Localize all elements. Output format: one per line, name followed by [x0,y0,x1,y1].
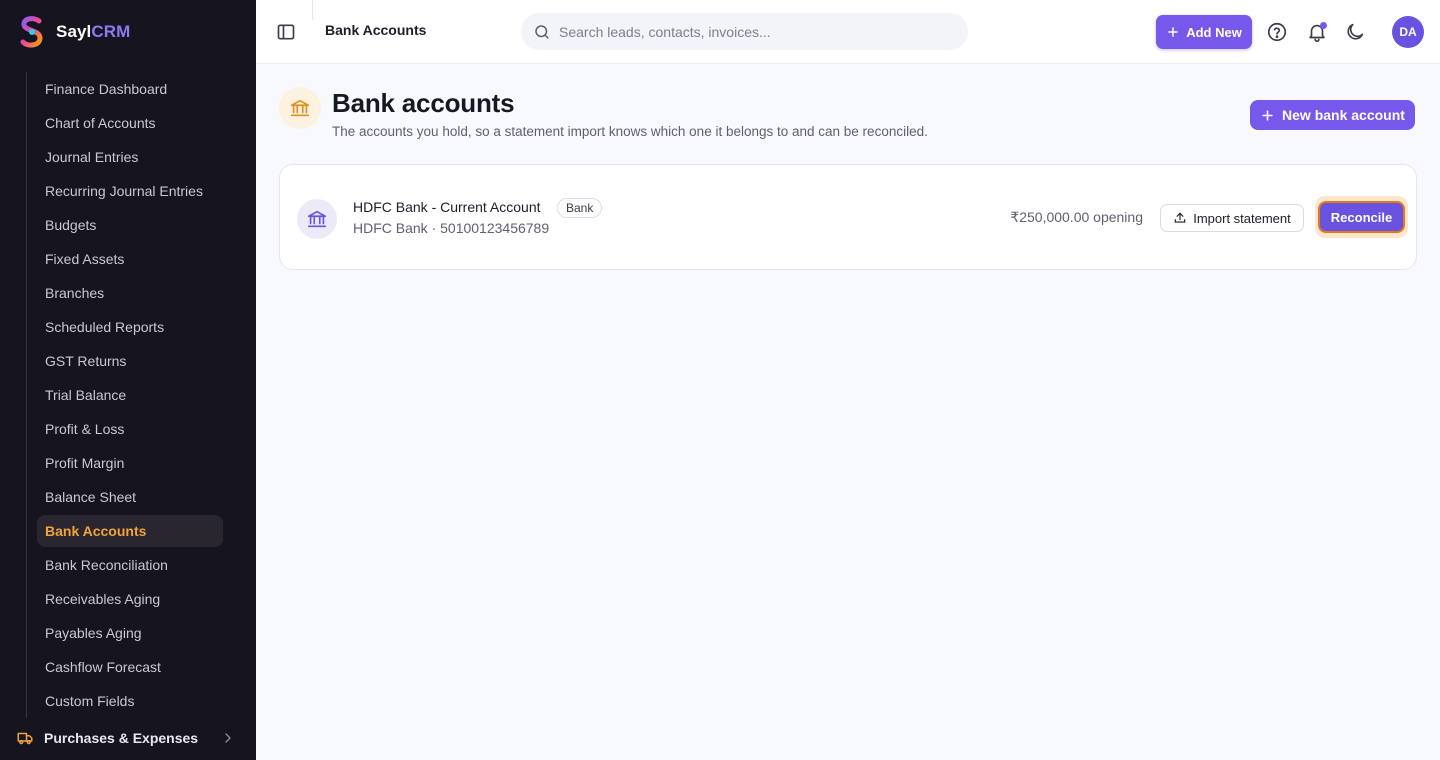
new-bank-account-button[interactable]: New bank account [1250,100,1415,130]
notification-dot [1320,22,1327,29]
sidebar-item-label: Balance Sheet [45,489,137,505]
import-statement-button[interactable]: Import statement [1160,204,1304,232]
bank-icon [307,210,327,228]
sidebar-item-label: GST Returns [45,353,127,369]
page-title: Bank accounts [332,88,515,118]
sidebar-item-fixed-assets[interactable]: Fixed Assets [37,243,223,275]
brand-name: SaylCRM [56,22,131,41]
new-bank-account-label: New bank account [1282,107,1405,123]
bank-page-icon [279,87,321,129]
chevron-right-icon [225,733,231,743]
panel-left-icon [277,24,295,40]
sidebar-item-gst-returns[interactable]: GST Returns [37,345,223,377]
sidebar-item-bank-accounts[interactable]: Bank Accounts [37,515,223,547]
sidebar-item-budgets[interactable]: Budgets [37,209,223,241]
sidebar-item-finance-dashboard[interactable]: Finance Dashboard [37,73,223,105]
topbar: Bank Accounts Add New DA [256,0,1440,64]
sidebar-item-journal-entries[interactable]: Journal Entries [37,141,223,173]
sidebar: SaylCRM Finance Dashboard Chart of Accoun… [0,0,256,760]
user-avatar[interactable]: DA [1392,16,1424,48]
sidebar-item-label: Profit Margin [45,455,125,471]
sidebar-item-label: Chart of Accounts [45,115,156,131]
truck-icon [17,732,33,745]
sidebar-item-profit-and-loss[interactable]: Profit & Loss [37,413,223,445]
upload-icon [1174,212,1186,223]
sidebar-item-label: Custom Fields [45,693,135,709]
sidebar-item-label: Branches [45,285,105,301]
sidebar-item-custom-fields[interactable]: Custom Fields [37,685,223,717]
nav-guide-line [26,72,27,718]
plus-icon [1168,27,1178,37]
notifications-button[interactable] [1306,21,1328,43]
sidebar-item-label: Receivables Aging [45,591,161,607]
sidebar-item-label: Trial Balance [45,387,127,403]
moon-icon [1347,23,1364,40]
sidebar-item-payables-aging[interactable]: Payables Aging [37,617,223,649]
sidebar-item-trial-balance[interactable]: Trial Balance [37,379,223,411]
search-input[interactable] [559,23,939,40]
sidebar-item-label: Scheduled Reports [45,319,165,335]
bank-icon [290,99,310,117]
sidebar-item-label: Journal Entries [45,149,139,165]
sidebar-item-label: Payables Aging [45,625,142,641]
import-statement-label: Import statement [1193,210,1291,226]
sidebar-item-profit-margin[interactable]: Profit Margin [37,447,223,479]
help-button[interactable] [1266,21,1288,43]
brand-logo-icon [20,16,43,48]
add-new-label: Add New [1186,24,1242,40]
sidebar-item-label: Cashflow Forecast [45,659,161,675]
sidebar-item-label: Profit & Loss [45,421,125,437]
account-bank-icon-wrap [297,199,337,239]
sidebar-item-label: Bank Reconciliation [45,557,168,573]
account-type-badge: Bank [557,198,603,218]
account-details: HDFC Bank · 50100123456789 [353,220,550,236]
account-opening-balance: ₹250,000.00 opening [1010,209,1143,225]
help-circle-icon [1267,22,1287,42]
sidebar-item-label: Fixed Assets [45,251,125,267]
page-subtitle: The accounts you hold, so a statement im… [332,124,928,139]
global-search[interactable] [521,13,968,50]
sidebar-item-receivables-aging[interactable]: Receivables Aging [37,583,223,615]
reconcile-button[interactable]: Reconcile [1318,201,1405,233]
add-new-button[interactable]: Add New [1156,15,1252,49]
search-icon [535,24,549,39]
sidebar-item-label: Bank Accounts [45,523,147,539]
sidebar-item-scheduled-reports[interactable]: Scheduled Reports [37,311,223,343]
sidebar-item-label: Budgets [45,217,97,233]
account-name: HDFC Bank - Current Account [353,199,541,215]
topbar-divider [312,0,313,20]
sidebar-item-label: Recurring Journal Entries [45,183,203,199]
sidebar-item-cashflow-forecast[interactable]: Cashflow Forecast [37,651,223,683]
sidebar-item-label: Finance Dashboard [45,81,168,97]
sidebar-item-branches[interactable]: Branches [37,277,223,309]
sidebar-toggle-button[interactable] [276,22,296,42]
nav-group-label: Purchases & Expenses [44,730,199,746]
nav-group-purchases-expenses[interactable]: Purchases & Expenses [0,722,256,754]
page-breadcrumb-title: Bank Accounts [325,22,427,38]
sidebar-item-bank-reconciliation[interactable]: Bank Reconciliation [37,549,223,581]
bank-account-card: HDFC Bank - Current Account Bank HDFC Ba… [279,164,1417,270]
finance-nav: Finance Dashboard Chart of Accounts Journa… [37,73,223,719]
theme-toggle-button[interactable] [1344,21,1366,43]
sidebar-item-recurring-journal-entries[interactable]: Recurring Journal Entries [37,175,223,207]
sidebar-item-chart-of-accounts[interactable]: Chart of Accounts [37,107,223,139]
brand[interactable]: SaylCRM [18,16,130,48]
plus-icon [1262,109,1273,121]
sidebar-item-balance-sheet[interactable]: Balance Sheet [37,481,223,513]
